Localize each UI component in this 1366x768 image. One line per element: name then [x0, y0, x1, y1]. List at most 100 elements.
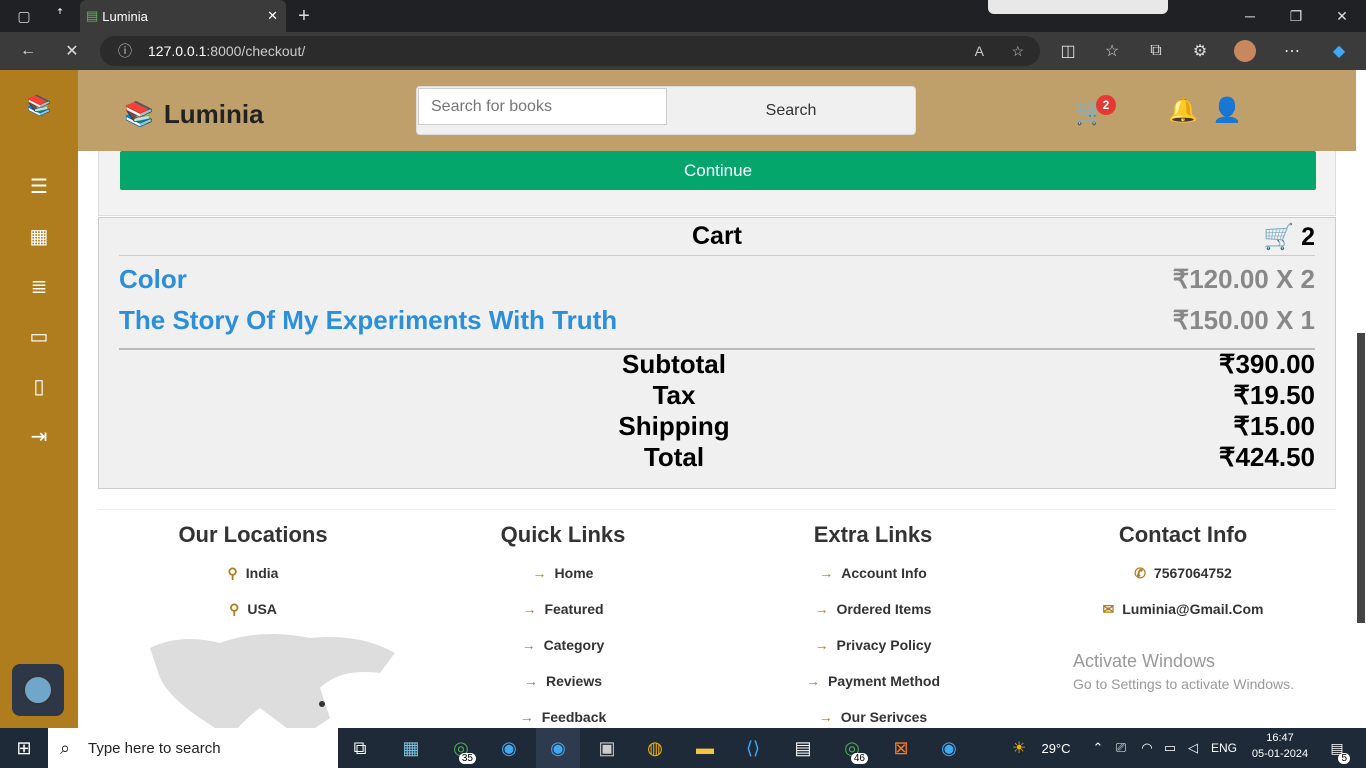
cart-summary: Cart 🛒 2 Color ₹120.00 X 2 The Story Of …: [98, 217, 1336, 489]
taskbar-search[interactable]: ⌕ Type here to search: [48, 728, 338, 768]
edge-icon[interactable]: ◉: [494, 728, 524, 768]
watermark-line2: Go to Settings to activate Windows.: [1073, 676, 1294, 692]
split-screen-icon[interactable]: ◫: [1056, 32, 1080, 70]
meet-now-icon[interactable]: ⎚: [1112, 728, 1130, 768]
more-menu-icon[interactable]: ⋯: [1280, 32, 1304, 70]
footer-link[interactable]: → Account Info: [718, 562, 1028, 598]
footer-link[interactable]: → Reviews: [408, 670, 718, 706]
favorites-icon[interactable]: ☆: [1100, 32, 1124, 70]
bell-icon[interactable]: 🔔: [1168, 96, 1198, 125]
browser-address-bar: ← ✕ ⓘ 127.0.0.1:8000/checkout/ A ☆ ◫ ☆ ⧉…: [0, 32, 1366, 70]
checkout-form-box: Continue: [98, 151, 1336, 216]
stop-icon[interactable]: ✕: [60, 32, 84, 70]
footer-link[interactable]: → Home: [408, 562, 718, 598]
profile-avatar[interactable]: [1232, 32, 1258, 70]
browser-tab-bar: ▢ ꜛ ▤ Luminia ✕ + ─ ❐ ✕: [0, 0, 1366, 32]
edge-dev-icon[interactable]: ◉: [934, 728, 964, 768]
logo-text: Luminia: [163, 99, 264, 129]
sidebar-logo-icon[interactable]: 📚: [24, 90, 54, 120]
network-icon[interactable]: ◠: [1138, 728, 1156, 768]
close-window-icon[interactable]: ✕: [1332, 8, 1352, 24]
terminal-app-icon[interactable]: ▤: [788, 728, 818, 768]
total-label: Total: [643, 442, 705, 472]
tab-actions-icon[interactable]: ▢: [12, 8, 36, 24]
minimize-icon[interactable]: ─: [1240, 8, 1260, 24]
clock-date: 05-01-2024: [1251, 748, 1309, 760]
chrome-icon[interactable]: ◍: [640, 728, 670, 768]
clock[interactable]: 16:47 05-01-2024: [1250, 732, 1310, 760]
arrow-right-icon: →: [532, 565, 547, 581]
user-avatar[interactable]: [12, 664, 64, 716]
restore-icon[interactable]: ❐: [1286, 8, 1306, 24]
whatsapp-icon[interactable]: ◎ 35: [444, 728, 478, 768]
cart-summary-icon: 🛒: [1263, 223, 1295, 251]
read-aloud-icon[interactable]: A: [975, 43, 984, 59]
favorite-star-icon[interactable]: ☆: [1011, 43, 1024, 60]
extensions-icon[interactable]: ⚙: [1188, 32, 1212, 70]
weather-temp[interactable]: 29°C: [1036, 728, 1076, 768]
books-stack-icon[interactable]: ≣: [24, 271, 54, 301]
contact-email[interactable]: ✉ Luminia@Gmail.Com: [1028, 598, 1338, 634]
cart-item: Color ₹120.00 X 2: [119, 264, 1315, 298]
url-field[interactable]: ⓘ 127.0.0.1:8000/checkout/ A ☆: [100, 36, 1040, 66]
footer-heading: Contact Info: [1118, 522, 1248, 547]
shipping-row: Shipping ₹15.00: [119, 411, 1315, 441]
cart-item-name[interactable]: Color: [119, 264, 187, 295]
drag-handle[interactable]: [988, 0, 1168, 14]
whatsapp-web-icon[interactable]: ◎ 46: [834, 728, 870, 768]
continue-button[interactable]: Continue: [120, 151, 1316, 190]
scrollbar-thumb[interactable]: [1357, 333, 1365, 623]
search-icon: ⌕: [60, 738, 71, 758]
notifications-icon[interactable]: ▤ 5: [1322, 728, 1352, 768]
footer-link[interactable]: → Feedback: [408, 706, 718, 728]
windows-start-icon[interactable]: ⊞: [10, 728, 38, 768]
vscode-icon[interactable]: ⟨⟩: [738, 728, 768, 768]
map-marker-icon: ⚲: [229, 601, 240, 617]
search-input[interactable]: [418, 88, 667, 125]
widgets-icon[interactable]: ▦: [396, 728, 426, 768]
activate-windows-watermark: Activate Windows Go to Settings to activ…: [1073, 651, 1294, 692]
dashboard-icon[interactable]: ▦: [24, 221, 54, 251]
info-icon[interactable]: ⓘ: [118, 41, 132, 61]
phone-icon: ✆: [1134, 565, 1146, 581]
tab-close-icon[interactable]: ✕: [267, 8, 278, 24]
footer-link[interactable]: → Payment Method: [718, 670, 1028, 706]
contact-phone[interactable]: ✆ 7567064752: [1028, 562, 1338, 598]
task-view-icon[interactable]: ⧉: [348, 728, 372, 768]
library-icon[interactable]: ▯: [24, 371, 54, 401]
cart-item-price: ₹120.00 X 2: [1172, 264, 1315, 294]
volume-icon[interactable]: ◁: [1184, 728, 1202, 768]
book-icon[interactable]: ▭: [24, 321, 54, 351]
logout-icon[interactable]: ⇥: [24, 421, 54, 451]
weather-icon[interactable]: ☀: [1004, 728, 1034, 768]
site-logo[interactable]: 📚 Luminia: [124, 99, 264, 130]
location-item[interactable]: ⚲ India: [98, 562, 408, 598]
footer-link[interactable]: → Category: [408, 634, 718, 670]
footer-link[interactable]: → Our Serivces: [718, 706, 1028, 728]
xampp-icon[interactable]: ⊠: [886, 728, 916, 768]
footer-link[interactable]: → Featured: [408, 598, 718, 634]
copilot-icon[interactable]: ◆: [1326, 32, 1352, 70]
arrow-right-icon: →: [818, 709, 833, 725]
edge-active-icon[interactable]: ◉: [536, 728, 580, 768]
taskbar: ⊞ ⌕ Type here to search ⧉ ▦ ◎ 35 ◉ ◉ ▣ ◍ …: [0, 728, 1366, 768]
search-button[interactable]: Search: [667, 87, 915, 134]
footer-link[interactable]: → Ordered Items: [718, 598, 1028, 634]
shipping-label: Shipping: [618, 411, 730, 441]
tab-luminia[interactable]: ▤ Luminia ✕: [80, 0, 286, 32]
tray-chevron-icon[interactable]: ⌃: [1090, 728, 1106, 768]
hamburger-menu-icon[interactable]: ☰: [24, 171, 54, 201]
footer-link[interactable]: → Privacy Policy: [718, 634, 1028, 670]
photos-icon[interactable]: ▣: [592, 728, 622, 768]
cart-item-price: ₹150.00 X 1: [1172, 305, 1315, 335]
workspace-icon[interactable]: ꜛ: [52, 8, 68, 24]
total-row: Total ₹424.50: [119, 442, 1315, 472]
new-tab-icon[interactable]: +: [294, 5, 314, 27]
file-explorer-icon[interactable]: ▬: [690, 728, 720, 768]
collections-icon[interactable]: ⧉: [1144, 32, 1168, 70]
battery-icon[interactable]: ▭: [1160, 728, 1180, 768]
user-icon[interactable]: 👤: [1212, 96, 1242, 125]
language-indicator[interactable]: ENG: [1208, 728, 1240, 768]
cart-item-name[interactable]: The Story Of My Experiments With Truth: [119, 305, 617, 336]
back-icon[interactable]: ←: [16, 32, 40, 70]
